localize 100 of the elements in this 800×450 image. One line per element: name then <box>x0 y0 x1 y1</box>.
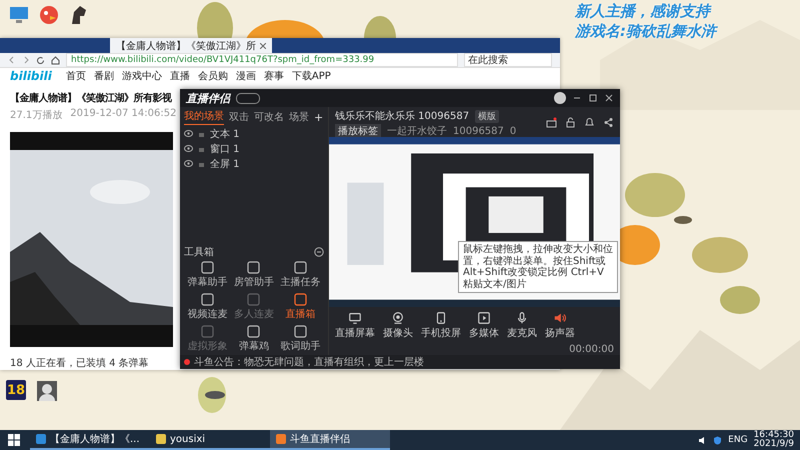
scene-tab[interactable]: 双击 <box>229 110 249 124</box>
lock-icon[interactable] <box>565 116 576 128</box>
computer-icon[interactable] <box>8 4 30 26</box>
app-icon <box>276 434 286 444</box>
speaker-icon <box>553 311 567 325</box>
scene-tab[interactable]: 我的场景 <box>184 109 224 125</box>
leaf-drawing <box>625 173 685 217</box>
nav-link[interactable]: 赛事 <box>264 68 284 83</box>
phone-icon <box>434 311 448 325</box>
tag-button[interactable]: 播放标签 <box>335 124 381 138</box>
avatar-icon[interactable] <box>36 380 58 402</box>
leaf-drawing <box>692 237 748 273</box>
overlay-text: 新人主播，感谢支持 <box>575 2 712 21</box>
shield-icon[interactable] <box>713 436 722 444</box>
viewer-count: 18 人正在看，已装填 4 条弹幕 <box>10 356 149 370</box>
bird-icon[interactable] <box>38 4 60 26</box>
gift-icon[interactable] <box>546 116 557 128</box>
maximize-icon[interactable] <box>588 93 598 103</box>
add-scene-button[interactable]: + <box>314 110 324 124</box>
video-title: 【金庸人物谱】《笑傲江湖》所有影视 <box>10 91 172 105</box>
taskbar-item[interactable]: 【金庸人物谱】《... <box>30 430 150 450</box>
source-button[interactable]: 扬声器 <box>545 311 575 340</box>
insect-drawing <box>198 377 226 413</box>
home-icon[interactable] <box>51 56 60 65</box>
tool-button[interactable]: 视频连麦 <box>184 293 231 321</box>
nav-link[interactable]: 游戏中心 <box>122 68 162 83</box>
nav-link[interactable]: 直播 <box>170 68 190 83</box>
overlay-text: 游戏名:骑砍乱舞水浒 <box>575 22 716 41</box>
tool-button[interactable]: 房管助手 <box>230 261 278 289</box>
nav-link[interactable]: 首页 <box>66 68 86 83</box>
tool-button[interactable]: 弹幕助手 <box>184 261 231 289</box>
notice-text: 斗鱼公告：物恐无肆问题，直播有组织，更上一层楼 <box>194 356 424 369</box>
upload-date: 2019-12-07 14:06:52 <box>70 108 176 121</box>
monitor-icon <box>348 311 362 325</box>
clock-time[interactable]: 16:45:30 <box>754 430 794 440</box>
nav-link[interactable]: 番剧 <box>94 68 114 83</box>
taskbar-item[interactable]: 斗鱼直播伴侣 <box>270 430 390 450</box>
tile-icon <box>200 261 214 274</box>
play-icon <box>477 311 491 325</box>
language-indicator[interactable]: ENG <box>728 435 748 445</box>
eye-icon[interactable] <box>184 160 193 167</box>
tool-button[interactable]: 弹幕鸡 <box>230 325 278 353</box>
browser-tab[interactable]: 【金庸人物谱】《笑傲江湖》所 <box>110 38 272 53</box>
tile-icon <box>294 325 308 338</box>
tile-icon <box>247 261 260 274</box>
clock-date[interactable]: 2021/9/9 <box>754 440 794 450</box>
insect-drawing <box>674 216 692 224</box>
windows-start-icon[interactable] <box>8 434 20 446</box>
toolbox-heading: 工具箱 <box>184 246 214 259</box>
nav-link[interactable]: 下载APP <box>292 68 331 83</box>
close-icon[interactable] <box>604 93 614 103</box>
status-pill[interactable] <box>236 92 260 104</box>
tool-button[interactable]: 主播任务 <box>277 261 324 289</box>
share-icon[interactable] <box>603 116 614 128</box>
tile-icon <box>200 293 214 306</box>
eye-icon[interactable] <box>184 130 193 137</box>
minus-circle-icon[interactable] <box>314 247 324 257</box>
app-logo: 直播伴侣 <box>186 90 230 106</box>
close-icon[interactable] <box>260 42 266 48</box>
source-item[interactable]: 窗口 1 <box>210 142 240 156</box>
nav-link[interactable]: 漫画 <box>236 68 256 83</box>
webcam-icon <box>391 311 405 325</box>
avatar-icon[interactable] <box>554 92 566 104</box>
game-app-icon[interactable]: 18 <box>6 380 26 400</box>
reload-icon[interactable] <box>36 56 45 65</box>
back-icon[interactable] <box>8 56 16 64</box>
eye-icon[interactable] <box>184 145 193 152</box>
address-field[interactable]: https://www.bilibili.com/video/BV1VJ411q76T?spm_id_from=333.99 <box>66 53 458 68</box>
view-count: 27.1万播放 <box>10 108 62 122</box>
app-icon <box>36 434 46 444</box>
source-item[interactable]: 文本 1 <box>210 126 240 140</box>
source-item[interactable]: 全屏 1 <box>210 156 240 170</box>
tile-icon <box>294 293 308 306</box>
orientation-tag[interactable]: 横版 <box>475 110 500 122</box>
source-button[interactable]: 直播屏幕 <box>335 311 375 340</box>
forward-icon[interactable] <box>22 56 30 64</box>
tool-button[interactable]: 直播箱 <box>277 293 324 321</box>
heat-count: 0 <box>510 126 516 136</box>
source-button[interactable]: 摄像头 <box>383 311 413 340</box>
tile-icon <box>247 325 260 338</box>
microphone-icon <box>515 311 529 325</box>
stream-timer: 00:00:00 <box>569 344 614 355</box>
room-id: 10096587 <box>453 126 504 136</box>
scene-tab[interactable]: 可改名 <box>254 110 284 124</box>
tile-icon <box>247 293 260 306</box>
category-label: 一起开水饺子 <box>387 124 447 138</box>
tool-button[interactable]: 歌词助手 <box>277 325 324 353</box>
source-button[interactable]: 麦克风 <box>507 311 537 340</box>
tile-icon <box>200 325 214 338</box>
app-icon <box>156 434 166 444</box>
search-field[interactable]: 在此搜索 <box>464 53 552 68</box>
source-button[interactable]: 手机投屏 <box>421 311 461 340</box>
alert-dot <box>184 359 190 365</box>
tile-icon <box>294 261 308 274</box>
scene-tab[interactable]: 场景 <box>289 110 309 124</box>
source-button[interactable]: 多媒体 <box>469 311 499 340</box>
room-title: 钱乐乐不能永乐乐 10096587 <box>335 110 470 123</box>
nav-link[interactable]: 会员购 <box>198 68 228 83</box>
bell-icon[interactable] <box>584 116 595 128</box>
leaf-drawing <box>720 286 760 314</box>
